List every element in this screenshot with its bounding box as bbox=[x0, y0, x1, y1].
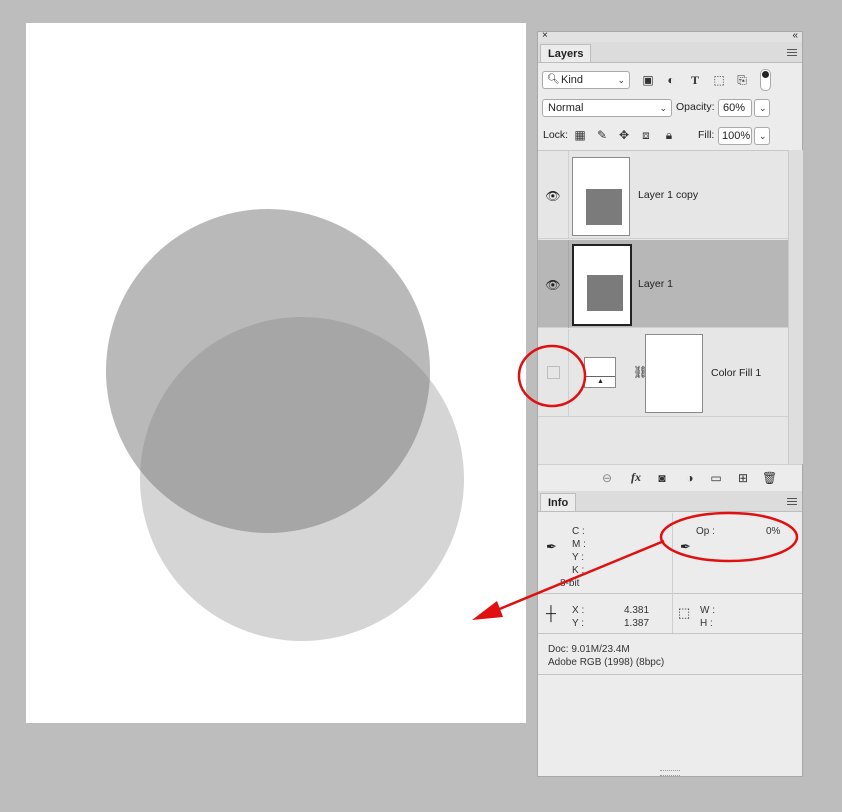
eyedropper-icon[interactable]: ✒︎ bbox=[546, 539, 557, 555]
fill-label: Fill: bbox=[698, 129, 715, 141]
tab-layers[interactable]: Layers bbox=[540, 44, 592, 62]
layers-info-panel: × « Layers 🔍︎ Kind ⌄ ▣ ◐ T ⬚ ⎘ Normal ⌄ … bbox=[537, 30, 803, 778]
visibility-toggle-empty[interactable] bbox=[547, 366, 560, 379]
lock-transparent-icon[interactable]: ▦ bbox=[573, 128, 587, 142]
tab-info[interactable]: Info bbox=[540, 493, 577, 511]
smartobject-filter-icon[interactable]: ⎘ bbox=[735, 73, 749, 87]
crosshair-icon: ┼ bbox=[546, 605, 556, 621]
chevron-down-icon: ⌄ bbox=[759, 103, 767, 113]
layer-row-layer-1[interactable]: 👁︎ Layer 1 bbox=[538, 240, 788, 328]
color-profile: Adobe RGB (1998) (8bpc) bbox=[548, 657, 665, 668]
op-label: Op : bbox=[696, 526, 715, 537]
panel-menu-icon[interactable] bbox=[787, 49, 797, 56]
bit-depth: 8-bit bbox=[560, 578, 580, 589]
op-value: 0% bbox=[766, 526, 781, 537]
info-content: ✒︎ C : M : Y : K : 8-bit Op : 0% ✒︎ ┼ X … bbox=[538, 513, 802, 778]
layers-footer: ⊖ fx ◙ ◑ ▭ ⊞ 🗑︎ bbox=[538, 464, 802, 491]
fill-dropdown-button[interactable]: ⌄ bbox=[754, 127, 770, 145]
layer-name[interactable]: Layer 1 bbox=[638, 278, 673, 290]
y-label: Y : bbox=[572, 618, 585, 629]
layers-scrollbar[interactable] bbox=[788, 150, 803, 464]
search-icon: 🔍︎ bbox=[547, 74, 560, 85]
w-label: W : bbox=[700, 605, 715, 616]
layer-row-layer-1-copy[interactable]: 👁︎ Layer 1 copy bbox=[538, 151, 788, 239]
opacity-label: Opacity: bbox=[676, 101, 715, 113]
folder-icon[interactable]: ▭ bbox=[709, 471, 723, 485]
layer-thumbnail bbox=[572, 244, 632, 326]
visibility-eye-icon[interactable]: 👁︎ bbox=[544, 187, 562, 205]
panel-menu-icon[interactable] bbox=[787, 498, 797, 505]
info-tab-row: Info bbox=[538, 491, 802, 512]
adjustment-icon[interactable]: ◑ bbox=[683, 471, 697, 485]
mask-icon[interactable]: ◙ bbox=[655, 471, 669, 485]
filter-toggle[interactable] bbox=[760, 69, 771, 91]
blend-mode-select[interactable]: Normal ⌄ bbox=[542, 99, 672, 117]
lock-label: Lock: bbox=[543, 129, 569, 141]
opacity-field[interactable]: 60% bbox=[718, 99, 752, 117]
panel-topbar: × « bbox=[538, 30, 802, 42]
chevron-down-icon: ⌄ bbox=[759, 131, 767, 141]
chevron-down-icon: ⌄ bbox=[617, 75, 625, 85]
layer-row-color-fill-1[interactable]: ▲ ⛓︎ Color Fill 1 bbox=[538, 329, 788, 417]
cmyk-readout: C : M : Y : K : bbox=[572, 526, 586, 576]
opacity-value: 60% bbox=[723, 102, 746, 114]
layer-thumbnail bbox=[572, 157, 630, 236]
y-value: 1.387 bbox=[624, 618, 650, 629]
type-filter-icon[interactable]: T bbox=[688, 73, 702, 87]
adjustment-filter-icon[interactable]: ◐ bbox=[664, 73, 678, 87]
lock-position-icon[interactable]: ✥ bbox=[617, 128, 631, 142]
layer-mask-thumbnail bbox=[645, 334, 703, 413]
x-label: X : bbox=[572, 605, 585, 616]
x-value: 4.381 bbox=[624, 605, 650, 616]
lock-paint-icon[interactable]: ✎ bbox=[595, 128, 609, 142]
layers-tab-row: Layers bbox=[538, 42, 802, 63]
link-icon[interactable]: ⊖ bbox=[600, 471, 614, 485]
doc-size: Doc: 9.01M/23.4M bbox=[548, 644, 630, 655]
opacity-dropdown-button[interactable]: ⌄ bbox=[754, 99, 770, 117]
fill-value: 100% bbox=[722, 130, 751, 142]
chevron-down-icon: ⌄ bbox=[659, 103, 667, 113]
document-canvas[interactable] bbox=[26, 23, 526, 723]
lock-all-icon[interactable]: 🔒︎ bbox=[662, 128, 676, 142]
layer-name[interactable]: Color Fill 1 bbox=[711, 367, 761, 379]
blend-mode-label: Normal bbox=[548, 102, 584, 114]
image-filter-icon[interactable]: ▣ bbox=[641, 73, 655, 87]
fx-icon[interactable]: fx bbox=[629, 470, 643, 484]
fill-layer-thumbnail: ▲ bbox=[584, 357, 616, 388]
new-layer-icon[interactable]: ⊞ bbox=[736, 471, 750, 485]
layer-name[interactable]: Layer 1 copy bbox=[638, 189, 698, 201]
layer-list: 👁︎ Layer 1 copy 👁︎ Layer 1 ▲ ⛓︎ Color Fi… bbox=[538, 150, 788, 465]
close-icon[interactable]: × bbox=[542, 30, 548, 41]
selection-size-icon: ⬚ bbox=[678, 605, 691, 620]
lock-artboard-icon[interactable]: ⧈ bbox=[639, 128, 653, 142]
filter-kind-label: Kind bbox=[561, 74, 584, 86]
resize-grip[interactable] bbox=[660, 770, 680, 776]
eyedropper-op-icon[interactable]: ✒︎ bbox=[680, 539, 691, 555]
fill-field[interactable]: 100% bbox=[718, 127, 752, 145]
circle-top bbox=[106, 209, 430, 533]
filter-kind-select[interactable]: 🔍︎ Kind ⌄ bbox=[542, 71, 630, 89]
shape-filter-icon[interactable]: ⬚ bbox=[712, 73, 726, 87]
collapse-icon[interactable]: « bbox=[792, 30, 798, 41]
h-label: H : bbox=[700, 618, 713, 629]
visibility-eye-icon[interactable]: 👁︎ bbox=[544, 276, 562, 294]
trash-icon[interactable]: 🗑︎ bbox=[762, 471, 777, 485]
